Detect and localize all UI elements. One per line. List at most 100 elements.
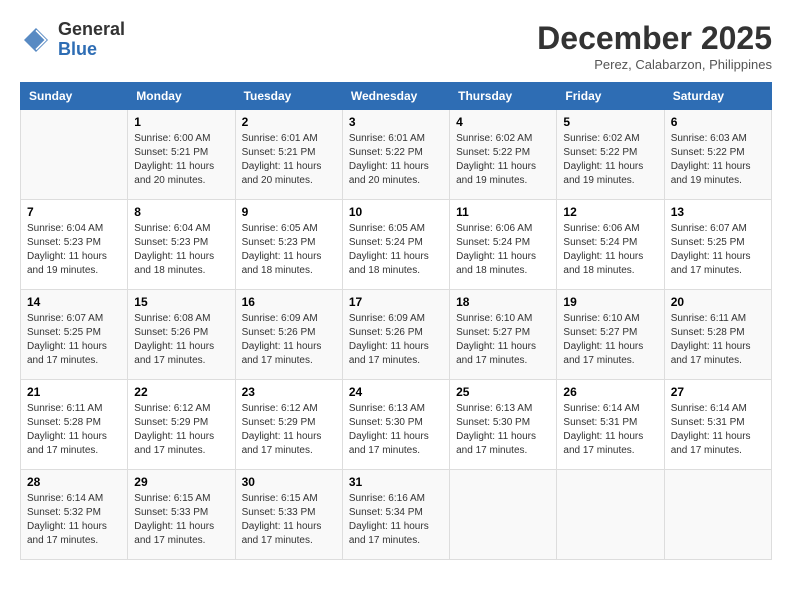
day-number: 31 [349, 475, 443, 489]
day-info: Sunrise: 6:05 AMSunset: 5:23 PMDaylight:… [242, 222, 336, 278]
day-info: Sunrise: 6:12 AMSunset: 5:29 PMDaylight:… [134, 402, 228, 458]
day-info: Sunrise: 6:16 AMSunset: 5:34 PMDaylight:… [349, 492, 443, 548]
calendar-cell: 15 Sunrise: 6:08 AMSunset: 5:26 PMDayligh… [128, 290, 235, 380]
calendar-day-header: Friday [557, 83, 664, 110]
day-info: Sunrise: 6:15 AMSunset: 5:33 PMDaylight:… [242, 492, 336, 548]
day-number: 6 [671, 115, 765, 129]
day-number: 14 [27, 295, 121, 309]
day-number: 5 [563, 115, 657, 129]
calendar-day-header: Monday [128, 83, 235, 110]
calendar-cell: 13 Sunrise: 6:07 AMSunset: 5:25 PMDayligh… [664, 200, 771, 290]
day-number: 21 [27, 385, 121, 399]
calendar-cell: 24Sunrise: 6:13 AMSunset: 5:30 PMDayligh… [342, 380, 449, 470]
calendar-cell: 19 Sunrise: 6:10 AMSunset: 5:27 PMDayligh… [557, 290, 664, 380]
day-info: Sunrise: 6:01 AMSunset: 5:22 PMDaylight:… [349, 132, 443, 188]
day-number: 24 [349, 385, 443, 399]
calendar-cell: 26 Sunrise: 6:14 AMSunset: 5:31 PMDayligh… [557, 380, 664, 470]
calendar-cell: 5 Sunrise: 6:02 AMSunset: 5:22 PMDaylight… [557, 110, 664, 200]
day-number: 25 [456, 385, 550, 399]
calendar-cell: 7Sunrise: 6:04 AMSunset: 5:23 PMDaylight… [21, 200, 128, 290]
day-info: Sunrise: 6:09 AMSunset: 5:26 PMDaylight:… [242, 312, 336, 368]
title-block: December 2025 Perez, Calabarzon, Philipp… [537, 20, 772, 72]
calendar-cell: 28 Sunrise: 6:14 AMSunset: 5:32 PMDayligh… [21, 470, 128, 560]
day-number: 28 [27, 475, 121, 489]
calendar-cell: 11 Sunrise: 6:06 AMSunset: 5:24 PMDayligh… [450, 200, 557, 290]
calendar-cell: 12 Sunrise: 6:06 AMSunset: 5:24 PMDayligh… [557, 200, 664, 290]
calendar-cell: 22 Sunrise: 6:12 AMSunset: 5:29 PMDayligh… [128, 380, 235, 470]
calendar-cell: 30 Sunrise: 6:15 AMSunset: 5:33 PMDayligh… [235, 470, 342, 560]
day-number: 12 [563, 205, 657, 219]
day-info: Sunrise: 6:14 AMSunset: 5:31 PMDaylight:… [563, 402, 657, 458]
calendar-cell [450, 470, 557, 560]
location: Perez, Calabarzon, Philippines [537, 57, 772, 72]
day-info: Sunrise: 6:15 AMSunset: 5:33 PMDaylight:… [134, 492, 228, 548]
calendar-cell: 18Sunrise: 6:10 AMSunset: 5:27 PMDayligh… [450, 290, 557, 380]
day-info: Sunrise: 6:03 AMSunset: 5:22 PMDaylight:… [671, 132, 765, 188]
calendar-cell: 10 Sunrise: 6:05 AMSunset: 5:24 PMDayligh… [342, 200, 449, 290]
calendar-cell: 31 Sunrise: 6:16 AMSunset: 5:34 PMDayligh… [342, 470, 449, 560]
day-info: Sunrise: 6:02 AMSunset: 5:22 PMDaylight:… [563, 132, 657, 188]
day-info: Sunrise: 6:14 AMSunset: 5:31 PMDaylight:… [671, 402, 765, 458]
calendar-cell: 23Sunrise: 6:12 AMSunset: 5:29 PMDayligh… [235, 380, 342, 470]
logo-icon [20, 24, 52, 56]
logo-text: General Blue [58, 20, 125, 60]
calendar-cell: 16Sunrise: 6:09 AMSunset: 5:26 PMDayligh… [235, 290, 342, 380]
month-title: December 2025 [537, 20, 772, 57]
calendar-cell: 29 Sunrise: 6:15 AMSunset: 5:33 PMDayligh… [128, 470, 235, 560]
day-number: 26 [563, 385, 657, 399]
day-info: Sunrise: 6:12 AMSunset: 5:29 PMDaylight:… [242, 402, 336, 458]
day-info: Sunrise: 6:06 AMSunset: 5:24 PMDaylight:… [456, 222, 550, 278]
day-info: Sunrise: 6:07 AMSunset: 5:25 PMDaylight:… [671, 222, 765, 278]
calendar-week-row: 21Sunrise: 6:11 AMSunset: 5:28 PMDayligh… [21, 380, 772, 470]
day-info: Sunrise: 6:01 AMSunset: 5:21 PMDaylight:… [242, 132, 336, 188]
logo-blue-text: Blue [58, 39, 97, 59]
calendar-header: SundayMondayTuesdayWednesdayThursdayFrid… [21, 83, 772, 110]
day-number: 13 [671, 205, 765, 219]
calendar-cell: 14 Sunrise: 6:07 AMSunset: 5:25 PMDayligh… [21, 290, 128, 380]
day-number: 15 [134, 295, 228, 309]
page-header: General Blue December 2025 Perez, Calaba… [20, 20, 772, 72]
day-number: 3 [349, 115, 443, 129]
calendar-cell: 3 Sunrise: 6:01 AMSunset: 5:22 PMDaylight… [342, 110, 449, 200]
day-number: 8 [134, 205, 228, 219]
day-info: Sunrise: 6:09 AMSunset: 5:26 PMDaylight:… [349, 312, 443, 368]
calendar-cell: 6 Sunrise: 6:03 AMSunset: 5:22 PMDaylight… [664, 110, 771, 200]
day-number: 20 [671, 295, 765, 309]
calendar-cell: 21Sunrise: 6:11 AMSunset: 5:28 PMDayligh… [21, 380, 128, 470]
calendar-cell: 4Sunrise: 6:02 AMSunset: 5:22 PMDaylight… [450, 110, 557, 200]
day-number: 19 [563, 295, 657, 309]
logo: General Blue [20, 20, 125, 60]
day-info: Sunrise: 6:07 AMSunset: 5:25 PMDaylight:… [27, 312, 121, 368]
day-number: 22 [134, 385, 228, 399]
day-info: Sunrise: 6:06 AMSunset: 5:24 PMDaylight:… [563, 222, 657, 278]
calendar-week-row: 28 Sunrise: 6:14 AMSunset: 5:32 PMDayligh… [21, 470, 772, 560]
day-info: Sunrise: 6:08 AMSunset: 5:26 PMDaylight:… [134, 312, 228, 368]
day-number: 1 [134, 115, 228, 129]
day-number: 30 [242, 475, 336, 489]
day-info: Sunrise: 6:04 AMSunset: 5:23 PMDaylight:… [134, 222, 228, 278]
calendar-day-header: Sunday [21, 83, 128, 110]
day-info: Sunrise: 6:02 AMSunset: 5:22 PMDaylight:… [456, 132, 550, 188]
day-number: 11 [456, 205, 550, 219]
calendar-day-header: Thursday [450, 83, 557, 110]
calendar-week-row: 14 Sunrise: 6:07 AMSunset: 5:25 PMDayligh… [21, 290, 772, 380]
day-number: 7 [27, 205, 121, 219]
logo-general-text: General [58, 19, 125, 39]
calendar-cell: 27 Sunrise: 6:14 AMSunset: 5:31 PMDayligh… [664, 380, 771, 470]
day-info: Sunrise: 6:11 AMSunset: 5:28 PMDaylight:… [671, 312, 765, 368]
calendar-cell [21, 110, 128, 200]
calendar-cell: 9 Sunrise: 6:05 AMSunset: 5:23 PMDaylight… [235, 200, 342, 290]
calendar-cell [664, 470, 771, 560]
calendar-cell: 17Sunrise: 6:09 AMSunset: 5:26 PMDayligh… [342, 290, 449, 380]
day-number: 9 [242, 205, 336, 219]
day-number: 27 [671, 385, 765, 399]
calendar-cell: 20 Sunrise: 6:11 AMSunset: 5:28 PMDayligh… [664, 290, 771, 380]
day-info: Sunrise: 6:05 AMSunset: 5:24 PMDaylight:… [349, 222, 443, 278]
calendar-day-header: Tuesday [235, 83, 342, 110]
calendar-day-header: Saturday [664, 83, 771, 110]
day-info: Sunrise: 6:14 AMSunset: 5:32 PMDaylight:… [27, 492, 121, 548]
day-info: Sunrise: 6:10 AMSunset: 5:27 PMDaylight:… [456, 312, 550, 368]
day-info: Sunrise: 6:10 AMSunset: 5:27 PMDaylight:… [563, 312, 657, 368]
day-number: 10 [349, 205, 443, 219]
day-number: 29 [134, 475, 228, 489]
